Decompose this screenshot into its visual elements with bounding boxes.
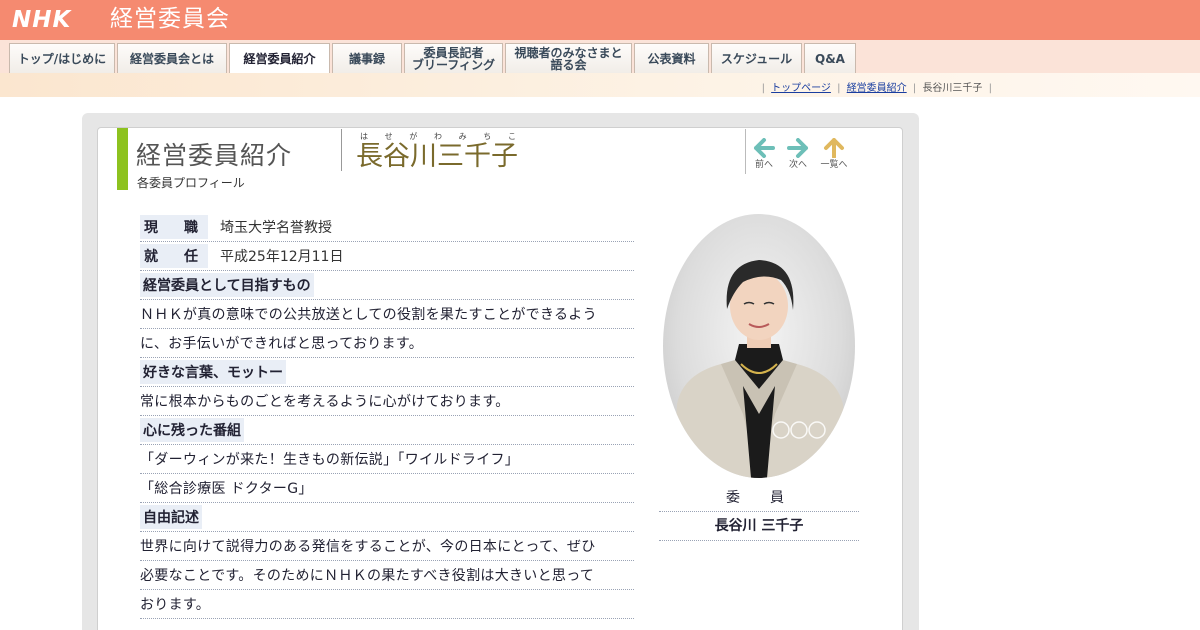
pager-divider <box>745 129 746 174</box>
arrow-right-icon <box>787 138 808 158</box>
appointed-value: 平成25年12月11日 <box>220 249 344 265</box>
breadcrumb-home-link[interactable]: トップページ <box>771 83 831 94</box>
free-text-row: 世界に向けて説得力のある発信をすることが、今の日本にとって、ぜひ <box>140 532 634 561</box>
breadcrumb-section-link[interactable]: 経営委員紹介 <box>847 83 907 94</box>
nav-tabs: トップ/はじめに 経営委員会とは 経営委員紹介 議事録 委員長記者 ブリーフィング 視聴者… <box>9 43 858 74</box>
breadcrumb-separator: | <box>837 83 841 94</box>
list-label: 一覧へ <box>820 160 848 170</box>
program-text-row: 「総合診療医 ドクターG」 <box>140 474 634 503</box>
program-text: 「総合診療医 ドクターG」 <box>140 481 313 497</box>
goal-heading-row: 経営委員として目指すもの <box>140 271 634 300</box>
section-accent-bar <box>117 128 128 190</box>
tab-2[interactable]: 経営委員紹介 <box>229 43 330 74</box>
member-role: 委 員 <box>659 487 859 512</box>
next-button[interactable]: 次へ <box>781 138 815 171</box>
next-label: 次へ <box>788 160 807 170</box>
motto-heading-row: 好きな言葉、モットー <box>140 358 634 387</box>
goal-label: 経営委員として目指すもの <box>140 273 314 297</box>
breadcrumb-current: 長谷川三千子 <box>922 83 983 94</box>
tab-0[interactable]: トップ/はじめに <box>9 43 115 73</box>
site-title[interactable]: 経営委員会 <box>110 5 230 33</box>
tab-label: 公表資料 <box>647 51 696 66</box>
program-label: 心に残った番組 <box>140 418 244 442</box>
free-text: 世界に向けて説得力のある発信をすることが、今の日本にとって、ぜひ <box>140 539 596 555</box>
free-heading-row: 自由記述 <box>140 503 634 532</box>
arrow-left-icon <box>754 138 775 158</box>
tab-7[interactable]: スケジュール <box>711 43 802 73</box>
free-text-row: 必要なことです。そのためにＮＨＫの果たすべき役割は大きいと思って <box>140 561 634 590</box>
section-title: 経営委員紹介 <box>136 141 293 170</box>
breadcrumb-bar <box>0 73 1200 97</box>
appointed-label: 就 任 <box>140 244 208 268</box>
free-text-row: おります。 <box>140 590 634 619</box>
goal-text: ＮＨＫが真の意味での公共放送としての役割を果たすことができるよう <box>140 307 597 323</box>
member-name-heading: 長谷川三千子 <box>356 141 518 172</box>
current-position-row: 現 職 埼玉大学名誉教授 <box>140 213 634 242</box>
portrait-image <box>673 260 847 478</box>
program-text-row: 「ダーウィンが来た！生きもの新伝説」「ワイルドライフ」 <box>140 445 634 474</box>
tab-label: 議事録 <box>348 51 385 66</box>
tab-label: 視聴者のみなさまと 語る会 <box>514 45 623 72</box>
breadcrumb-separator: | <box>761 83 765 94</box>
site-header: NHK 経営委員会 <box>0 0 1200 40</box>
tab-label: Q&A <box>815 51 845 66</box>
program-text: 「ダーウィンが来た！生きもの新伝説」「ワイルドライフ」 <box>140 452 520 468</box>
nhk-logo[interactable]: NHK <box>12 7 71 33</box>
free-text: おります。 <box>140 597 211 613</box>
tab-label: 経営委員紹介 <box>243 52 316 66</box>
tab-6[interactable]: 公表資料 <box>634 43 709 73</box>
list-button[interactable]: 一覧へ <box>817 138 851 171</box>
goal-text: に、お手伝いができればと思っております。 <box>140 336 424 352</box>
free-text: 必要なことです。そのためにＮＨＫの果たすべき役割は大きいと思って <box>140 568 595 584</box>
tab-3[interactable]: 議事録 <box>332 43 402 73</box>
free-label: 自由記述 <box>140 505 202 529</box>
tab-8[interactable]: Q&A <box>804 43 856 73</box>
breadcrumb: | トップページ | 経営委員紹介 | 長谷川三千子 | <box>759 79 995 94</box>
program-heading-row: 心に残った番組 <box>140 416 634 445</box>
prev-label: 前へ <box>754 160 773 170</box>
current-position-label: 現 職 <box>140 215 208 239</box>
tab-label: スケジュール <box>720 51 793 66</box>
prev-button[interactable]: 前へ <box>747 138 781 171</box>
motto-text-row: 常に根本からものごとを考えるように心がけております。 <box>140 387 634 416</box>
breadcrumb-separator: | <box>912 83 917 94</box>
tab-1[interactable]: 経営委員会とは <box>117 43 227 73</box>
motto-text: 常に根本からものごとを考えるように心がけております。 <box>140 394 510 410</box>
member-name: 長谷川 三千子 <box>659 515 859 541</box>
goal-text-row: ＮＨＫが真の意味での公共放送としての役割を果たすことができるよう <box>140 300 634 329</box>
tab-label: 委員長記者 ブリーフィング <box>411 45 496 72</box>
current-position-value: 埼玉大学名誉教授 <box>220 220 332 236</box>
tab-5[interactable]: 視聴者のみなさまと 語る会 <box>505 43 632 73</box>
motto-label: 好きな言葉、モットー <box>140 360 286 384</box>
arrow-up-icon <box>824 138 844 158</box>
profile-details: 現 職 埼玉大学名誉教授 就 任 平成25年12月11日 経営委員として目指すも… <box>140 213 634 619</box>
section-subtitle: 各委員プロフィール <box>137 176 245 190</box>
tab-label: トップ/はじめに <box>17 51 107 66</box>
appointed-row: 就 任 平成25年12月11日 <box>140 242 634 271</box>
goal-text-row: に、お手伝いができればと思っております。 <box>140 329 634 358</box>
tab-4[interactable]: 委員長記者 ブリーフィング <box>404 43 503 73</box>
tab-label: 経営委員会とは <box>129 51 214 66</box>
member-portrait <box>663 214 855 478</box>
title-divider <box>341 129 342 171</box>
breadcrumb-separator: | <box>988 83 992 94</box>
